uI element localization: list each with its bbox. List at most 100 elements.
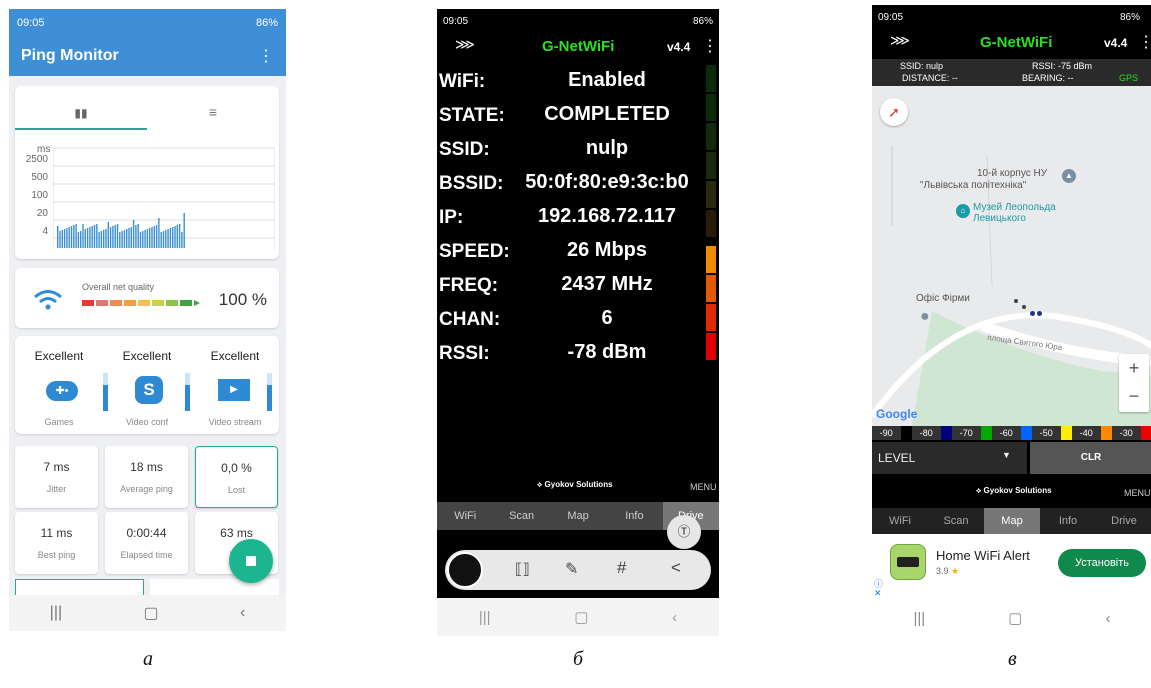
clr-button[interactable]: CLR	[1030, 442, 1151, 474]
ad-rating-value: 3.9	[936, 566, 949, 576]
ping-bar	[63, 229, 66, 248]
share-icon[interactable]: <	[671, 558, 681, 578]
back-icon[interactable]: ‹	[240, 604, 245, 622]
home-icon[interactable]: ▢	[1008, 609, 1022, 627]
overflow-menu-icon[interactable]: ⋮	[258, 46, 274, 66]
ping-bar	[169, 228, 172, 248]
service-rating-video-conf: Excellent	[122, 349, 172, 363]
tab-wifi[interactable]: WiFi	[437, 502, 493, 530]
ping-bar	[144, 230, 146, 248]
home-icon[interactable]: ▢	[144, 603, 159, 623]
row-key-ip: IP:	[439, 207, 464, 228]
ping-bar	[181, 232, 183, 248]
status-bar: 09:05 86%	[437, 9, 719, 33]
rssi-text: RSSI: -75 dBm	[1032, 61, 1093, 71]
measurement-dot	[1014, 299, 1018, 303]
tab-map[interactable]: Map	[550, 502, 606, 530]
chart-card: ▮▮ ≡ ms 2500 500 100 20 4	[15, 86, 279, 259]
ping-bar	[89, 227, 91, 248]
menu-button[interactable]: MENU	[1124, 488, 1151, 498]
stop-fab-button[interactable]	[229, 539, 273, 583]
overflow-menu-icon[interactable]: ⋮	[702, 36, 718, 56]
level-dropdown[interactable]: LEVEL ▼	[872, 442, 1027, 474]
tab-chart-icon[interactable]: ▮▮	[15, 86, 147, 130]
stat-lost[interactable]: 0,0 % Lost	[195, 446, 278, 508]
ping-bar	[167, 229, 169, 248]
service-name-video-stream: Video stream	[208, 417, 262, 427]
app-version: v4.4	[667, 40, 691, 54]
menu-button[interactable]: MENU	[690, 482, 717, 492]
row-val-freq: 2437 MHz	[561, 273, 653, 295]
app-bar: ⋙ G-NetWiFi v4.4 ⋮	[437, 34, 719, 60]
ad-banner[interactable]: Home WiFi Alert 3.9 ★ Установіть ⓘ ✕	[872, 534, 1151, 602]
tab-info[interactable]: Info	[1040, 508, 1096, 534]
meter-segment	[706, 94, 716, 121]
ping-bar	[146, 229, 149, 248]
map-label-office: Офіс Фірми	[916, 293, 970, 304]
install-button[interactable]: Установіть	[1058, 549, 1146, 577]
android-nav-bar: ||| ▢ ‹	[437, 598, 719, 636]
tab-drive[interactable]: Drive	[1096, 508, 1151, 534]
meter-segment	[706, 123, 716, 150]
tab-wifi[interactable]: WiFi	[872, 508, 928, 534]
gyokov-logo-icon: ⟡	[976, 486, 984, 495]
ping-bar	[59, 231, 61, 248]
app-bar: Ping Monitor ⋮	[9, 36, 286, 76]
ping-bar	[135, 225, 137, 248]
scale-swatch	[1140, 426, 1151, 440]
ping-bar	[158, 218, 160, 248]
ping-bar	[132, 220, 135, 248]
gamepad-icon: ✚•	[46, 381, 78, 401]
ping-bar	[165, 230, 167, 248]
recents-icon[interactable]: |||	[50, 604, 62, 622]
stat-label: Average ping	[120, 484, 173, 494]
ad-title: Home WiFi Alert	[936, 548, 1030, 563]
screenshot-toolbar: ⟦⟧ ✎ # <	[445, 550, 711, 590]
caption-a: а	[143, 648, 153, 670]
hashtag-icon[interactable]: #	[617, 558, 626, 578]
zoom-in-button[interactable]: +	[1119, 354, 1149, 383]
ad-info-icon[interactable]: ⓘ ✕	[874, 580, 883, 598]
compass-icon[interactable]: ➚	[880, 98, 908, 126]
screenshot-thumbnail[interactable]	[447, 552, 483, 588]
row-key-wifi: WiFi:	[439, 71, 486, 92]
overflow-menu-icon[interactable]: ⋮	[1138, 32, 1151, 52]
scan-icon[interactable]: ⟦⟧	[515, 560, 530, 578]
caption-b: б	[573, 648, 584, 670]
museum-pin-icon[interactable]: ⌂	[956, 204, 970, 218]
tab-list-icon[interactable]: ≡	[147, 86, 279, 130]
map-view[interactable]: ➚ 10-й корпус НУ "Львівська політехніка"…	[872, 86, 1151, 426]
tab-map[interactable]: Map	[984, 508, 1040, 534]
service-name-video-conf: Video conf	[125, 417, 169, 427]
meter-segment	[706, 333, 716, 360]
ping-bar	[121, 231, 123, 248]
ping-bar	[123, 230, 126, 248]
bearing-text: BEARING: --	[1022, 73, 1074, 83]
school-pin-icon[interactable]: ▲	[1062, 169, 1076, 183]
ping-bar	[160, 232, 162, 248]
back-icon[interactable]: ‹	[1105, 610, 1110, 627]
ping-bar	[109, 227, 112, 248]
zoom-out-button[interactable]: −	[1119, 383, 1149, 412]
tab-scan[interactable]: Scan	[928, 508, 984, 534]
recents-icon[interactable]: |||	[914, 610, 926, 627]
tab-scan[interactable]: Scan	[493, 502, 549, 530]
map-label-polytechnic: "Львівська політехніка"	[920, 180, 1027, 191]
text-extract-icon[interactable]: Ⓣ	[667, 515, 701, 549]
ping-bar	[82, 224, 84, 248]
recents-icon[interactable]: |||	[479, 609, 491, 626]
stat-label: Best ping	[37, 550, 76, 560]
ad-rating: 3.9 ★	[936, 566, 959, 577]
office-pin-icon[interactable]: ●	[920, 308, 934, 326]
back-icon[interactable]: ‹	[672, 609, 677, 626]
ping-bar	[112, 226, 114, 248]
meter-segment	[706, 152, 716, 179]
edit-crop-icon[interactable]: ✎	[565, 559, 578, 579]
home-icon[interactable]: ▢	[574, 608, 588, 626]
ping-bar	[130, 227, 132, 248]
tab-info[interactable]: Info	[606, 502, 662, 530]
service-name-games: Games	[44, 417, 74, 427]
ping-bar-chart	[53, 147, 275, 250]
signal-meter-games	[103, 373, 108, 411]
row-val-chan: 6	[601, 307, 613, 329]
